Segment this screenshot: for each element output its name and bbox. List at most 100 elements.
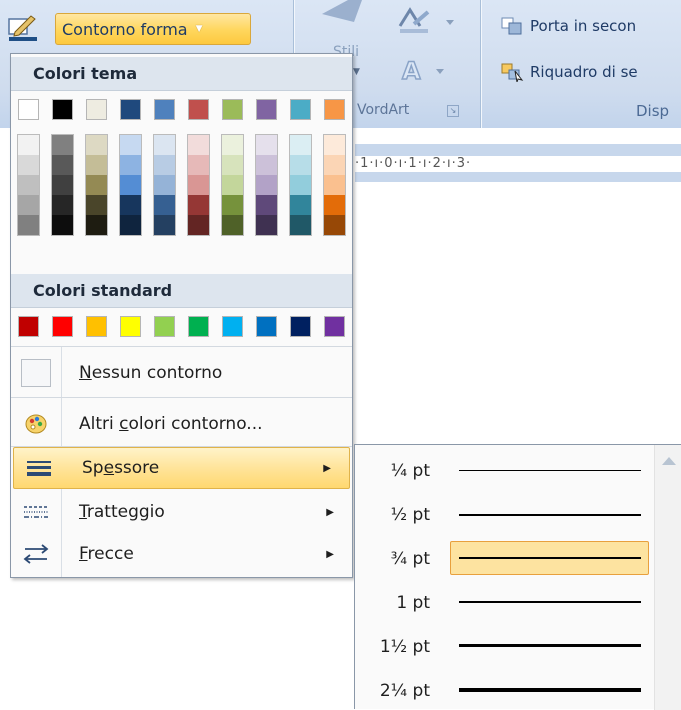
- arrows-icon: [19, 539, 53, 569]
- arrows-item[interactable]: Frecce ▶: [11, 533, 352, 575]
- theme-shade-swatch[interactable]: [154, 155, 175, 175]
- theme-color-swatch[interactable]: [52, 99, 73, 120]
- theme-shade-swatch[interactable]: [256, 195, 277, 215]
- theme-colors-header: Colori tema: [11, 57, 352, 91]
- theme-shade-swatch[interactable]: [86, 195, 107, 215]
- no-outline-item[interactable]: Nessun contorno: [11, 352, 352, 394]
- theme-shade-swatch[interactable]: [154, 175, 175, 195]
- theme-shade-swatch[interactable]: [188, 175, 209, 195]
- standard-color-swatch[interactable]: [222, 316, 243, 337]
- theme-color-swatch[interactable]: [188, 99, 209, 120]
- horizontal-ruler[interactable]: ·1·ı·0·ı·1·ı·2·ı·3·: [355, 144, 681, 182]
- theme-shade-swatch[interactable]: [256, 155, 277, 175]
- theme-shade-swatch[interactable]: [324, 175, 345, 195]
- weight-option[interactable]: 1 pt: [355, 583, 655, 621]
- weight-option-selected[interactable]: ¾ pt: [355, 539, 655, 577]
- theme-shade-swatch[interactable]: [222, 175, 243, 195]
- theme-shade-swatch[interactable]: [86, 175, 107, 195]
- theme-color-swatch[interactable]: [290, 99, 311, 120]
- theme-shade-swatch[interactable]: [52, 155, 73, 175]
- theme-shade-swatch[interactable]: [18, 195, 39, 215]
- theme-shade-swatch[interactable]: [154, 135, 175, 155]
- standard-color-swatch[interactable]: [86, 316, 107, 337]
- theme-shade-swatch[interactable]: [120, 135, 141, 155]
- theme-shade-swatch[interactable]: [120, 155, 141, 175]
- dialog-launcher-icon[interactable]: ↘: [447, 105, 459, 117]
- submenu-scrollbar[interactable]: [654, 445, 681, 710]
- standard-color-swatch[interactable]: [52, 316, 73, 337]
- text-effects-icon[interactable]: A: [400, 57, 448, 85]
- theme-shade-column: [187, 134, 210, 236]
- theme-shade-swatch[interactable]: [222, 215, 243, 235]
- theme-shade-swatch[interactable]: [18, 135, 39, 155]
- dash-type-icon: [19, 497, 53, 527]
- dash-item[interactable]: Tratteggio ▶: [11, 491, 352, 533]
- theme-shade-swatch[interactable]: [256, 215, 277, 235]
- theme-shade-swatch[interactable]: [120, 215, 141, 235]
- theme-color-swatch[interactable]: [18, 99, 39, 120]
- theme-shade-swatch[interactable]: [324, 155, 345, 175]
- theme-color-swatch[interactable]: [154, 99, 175, 120]
- theme-color-swatch[interactable]: [256, 99, 277, 120]
- theme-shade-swatch[interactable]: [120, 195, 141, 215]
- theme-shade-swatch[interactable]: [256, 175, 277, 195]
- theme-shade-swatch[interactable]: [52, 215, 73, 235]
- theme-shade-swatch[interactable]: [324, 135, 345, 155]
- theme-shade-swatch[interactable]: [290, 215, 311, 235]
- shape-outline-dropdown-button[interactable]: Contorno forma ▼: [55, 13, 251, 45]
- shape-style-icon[interactable]: [318, 0, 368, 30]
- theme-shade-swatch[interactable]: [52, 175, 73, 195]
- theme-shade-swatch[interactable]: [154, 215, 175, 235]
- standard-color-swatch[interactable]: [256, 316, 277, 337]
- weight-item[interactable]: Spessore ▶: [13, 447, 350, 489]
- theme-shade-swatch[interactable]: [256, 135, 277, 155]
- theme-shade-swatch[interactable]: [188, 215, 209, 235]
- theme-color-swatch[interactable]: [222, 99, 243, 120]
- theme-shade-swatch[interactable]: [86, 155, 107, 175]
- text-outline-icon[interactable]: [398, 6, 458, 36]
- theme-shade-swatch[interactable]: [52, 195, 73, 215]
- standard-color-swatch[interactable]: [154, 316, 175, 337]
- theme-shade-swatch[interactable]: [290, 155, 311, 175]
- shape-outline-split-button[interactable]: Contorno forma ▼: [7, 8, 251, 48]
- weight-option[interactable]: 1½ pt: [355, 627, 655, 665]
- weight-option[interactable]: 2¼ pt: [355, 671, 655, 709]
- standard-color-swatch[interactable]: [290, 316, 311, 337]
- theme-color-swatch[interactable]: [120, 99, 141, 120]
- standard-color-swatch[interactable]: [324, 316, 345, 337]
- theme-shade-swatch[interactable]: [18, 155, 39, 175]
- theme-shade-swatch[interactable]: [18, 215, 39, 235]
- theme-shade-swatch[interactable]: [290, 175, 311, 195]
- scroll-up-icon[interactable]: [662, 457, 676, 465]
- theme-shade-swatch[interactable]: [18, 175, 39, 195]
- theme-shade-swatch[interactable]: [222, 155, 243, 175]
- theme-shade-swatch[interactable]: [188, 135, 209, 155]
- shape-outline-icon[interactable]: [7, 15, 41, 43]
- weight-option[interactable]: ¼ pt: [355, 451, 655, 489]
- theme-shade-swatch[interactable]: [52, 135, 73, 155]
- theme-shade-swatch[interactable]: [188, 155, 209, 175]
- standard-color-swatch[interactable]: [120, 316, 141, 337]
- send-backward-button[interactable]: Porta in secon: [500, 14, 636, 38]
- theme-shade-swatch[interactable]: [222, 135, 243, 155]
- theme-shade-swatch[interactable]: [290, 195, 311, 215]
- theme-color-swatch[interactable]: [86, 99, 107, 120]
- theme-shade-swatch[interactable]: [324, 215, 345, 235]
- weight-option[interactable]: ½ pt: [355, 495, 655, 533]
- selection-pane-button[interactable]: Riquadro di se: [500, 60, 638, 84]
- standard-color-swatch[interactable]: [188, 316, 209, 337]
- standard-color-swatch[interactable]: [18, 316, 39, 337]
- theme-shade-swatch[interactable]: [324, 195, 345, 215]
- weight-option-label: ¾ pt: [390, 549, 430, 569]
- theme-shade-swatch[interactable]: [86, 215, 107, 235]
- theme-shade-swatch[interactable]: [188, 195, 209, 215]
- theme-shade-swatch[interactable]: [154, 195, 175, 215]
- theme-color-swatch[interactable]: [324, 99, 345, 120]
- weight-line-sample: [459, 470, 641, 471]
- theme-shade-swatch[interactable]: [222, 195, 243, 215]
- more-outline-colors-item[interactable]: Altri colori contorno...: [11, 403, 352, 445]
- theme-shade-swatch[interactable]: [120, 175, 141, 195]
- theme-shade-swatch[interactable]: [290, 135, 311, 155]
- no-outline-label: Nessun contorno: [79, 363, 223, 383]
- theme-shade-swatch[interactable]: [86, 135, 107, 155]
